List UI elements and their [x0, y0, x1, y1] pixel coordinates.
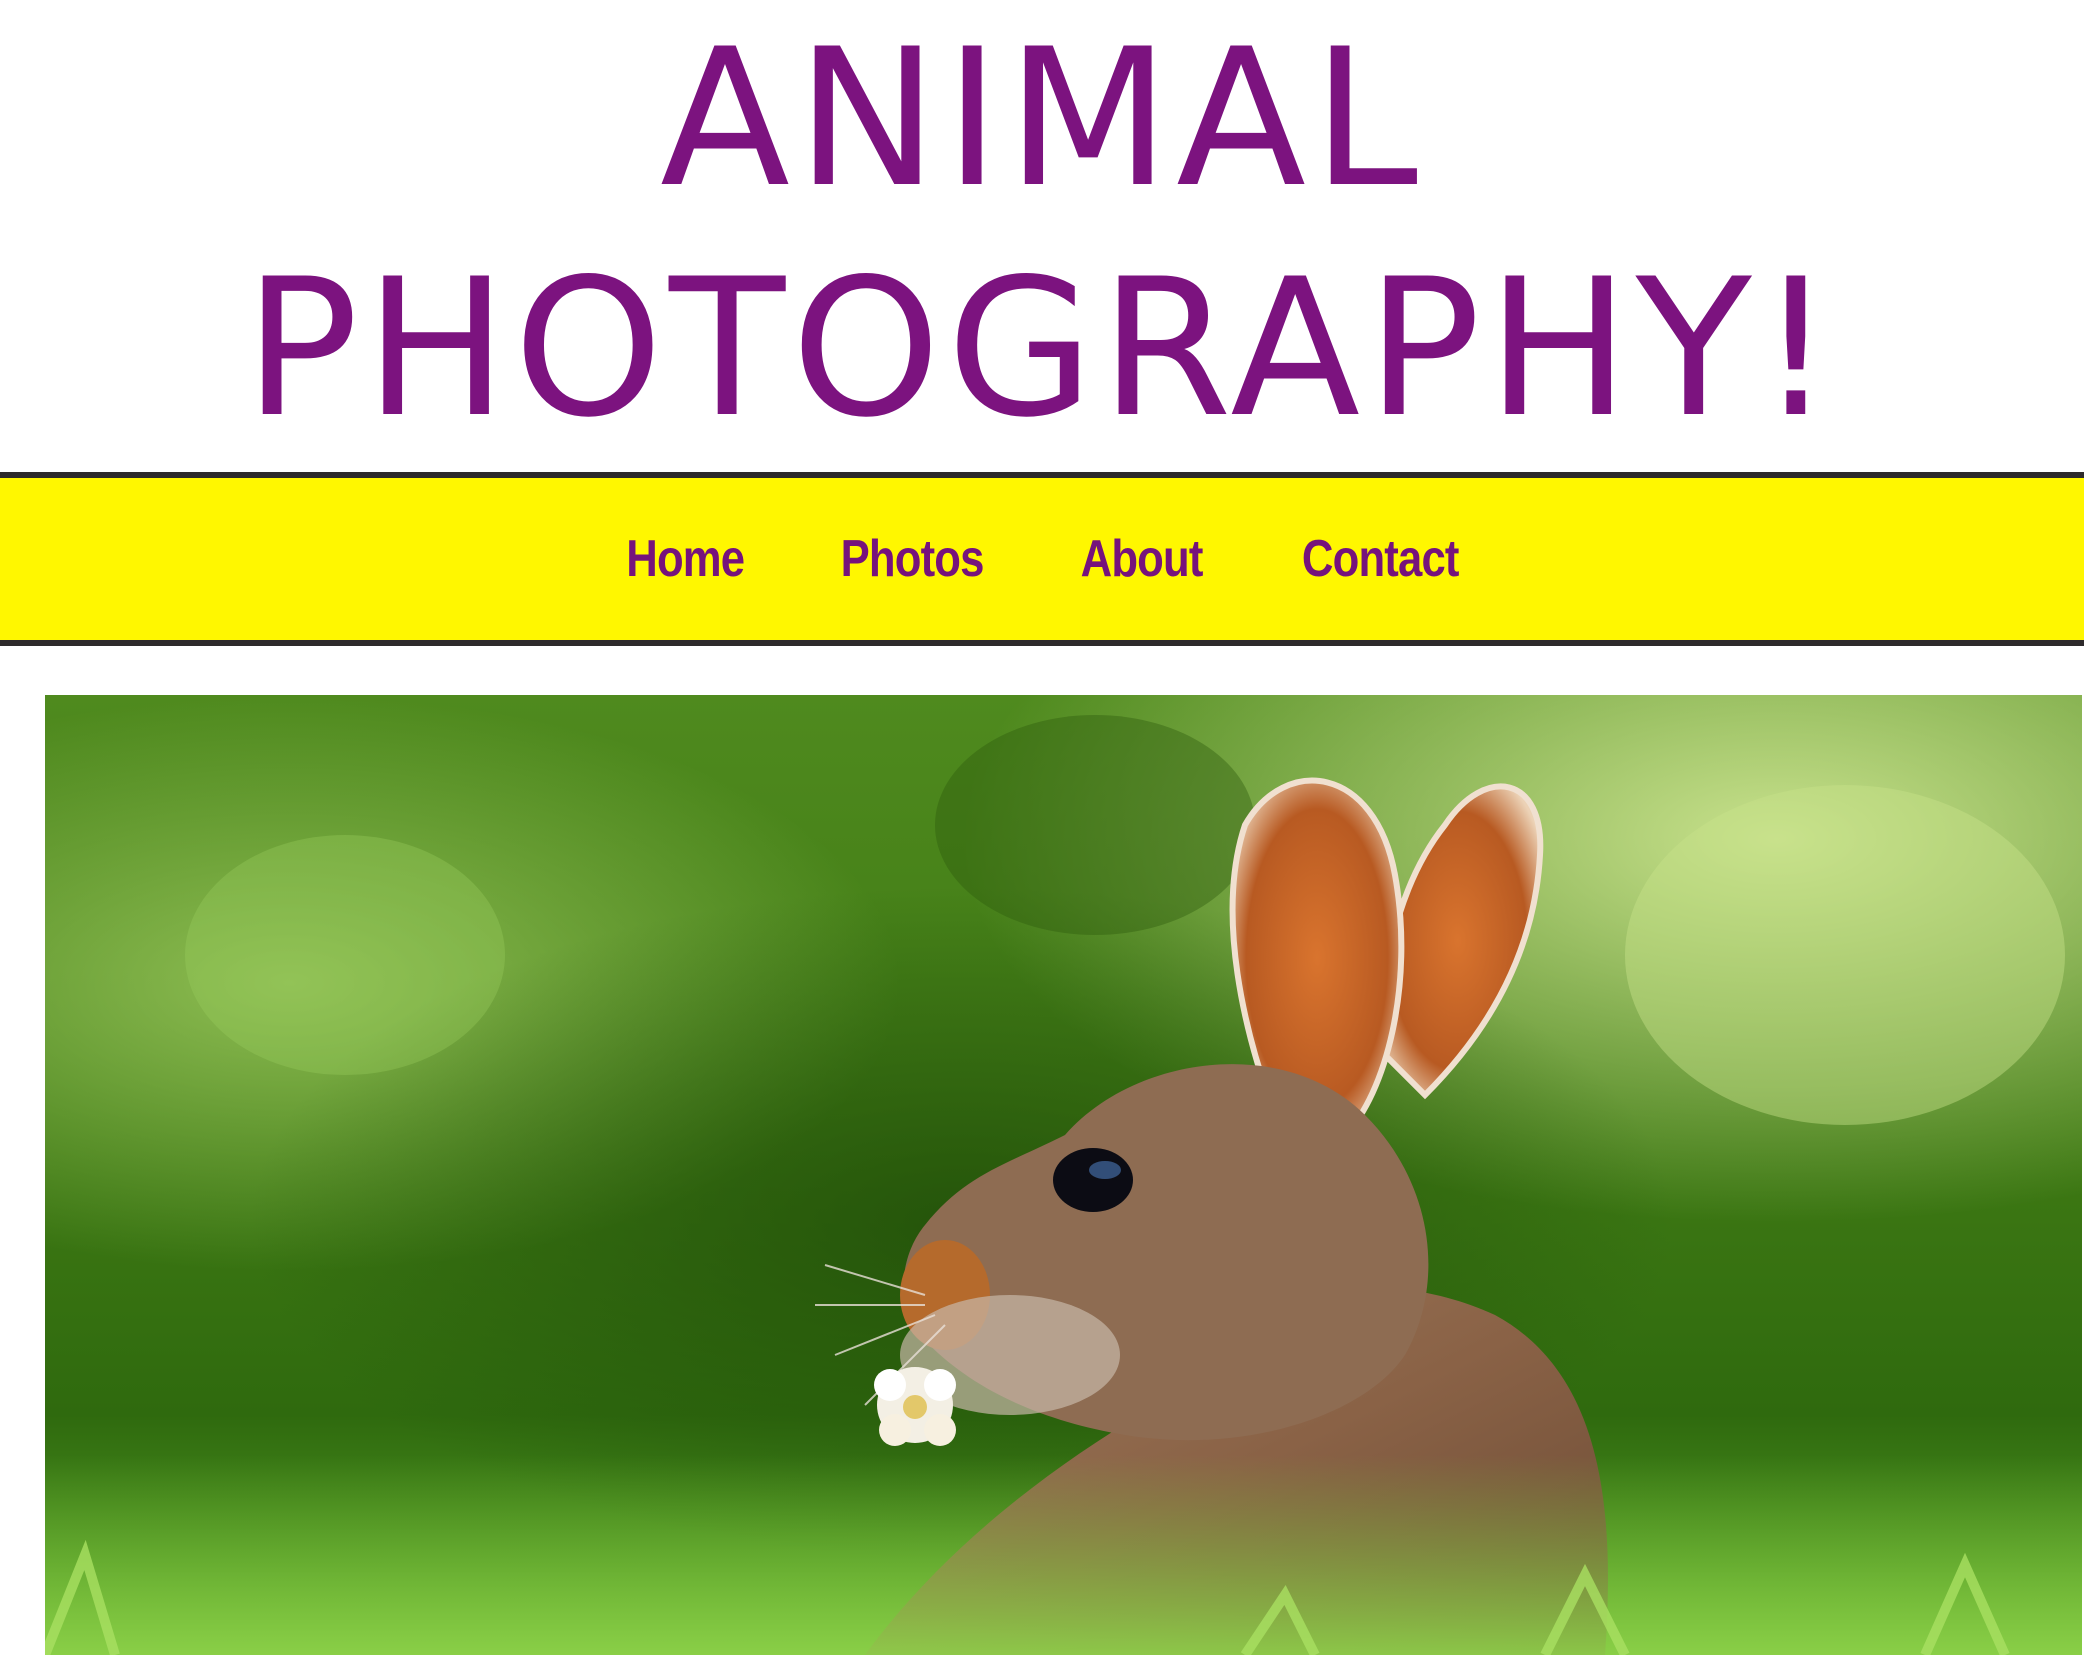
main-nav: Home Photos About Contact — [0, 472, 2084, 646]
site-title-line-1: ANIMAL — [660, 8, 1424, 229]
nav-item-photos: Photos — [827, 529, 997, 589]
nav-item-home: Home — [615, 529, 755, 589]
nav-item-contact: Contact — [1287, 529, 1474, 589]
hero-image — [45, 695, 2082, 1655]
nav-link-home[interactable]: Home — [626, 529, 745, 589]
nav-link-about[interactable]: About — [1081, 529, 1204, 589]
nav-link-contact[interactable]: Contact — [1302, 529, 1460, 589]
clover-flower — [874, 1367, 956, 1446]
nav-list: Home Photos About Contact — [611, 529, 1473, 589]
nav-item-about: About — [1069, 529, 1214, 589]
nav-link-photos[interactable]: Photos — [841, 529, 985, 589]
site-title: ANIMAL PHOTOGRAPHY! — [0, 0, 2084, 470]
rabbit-photo — [45, 695, 2082, 1655]
site-title-line-2: PHOTOGRAPHY! — [244, 238, 1840, 459]
